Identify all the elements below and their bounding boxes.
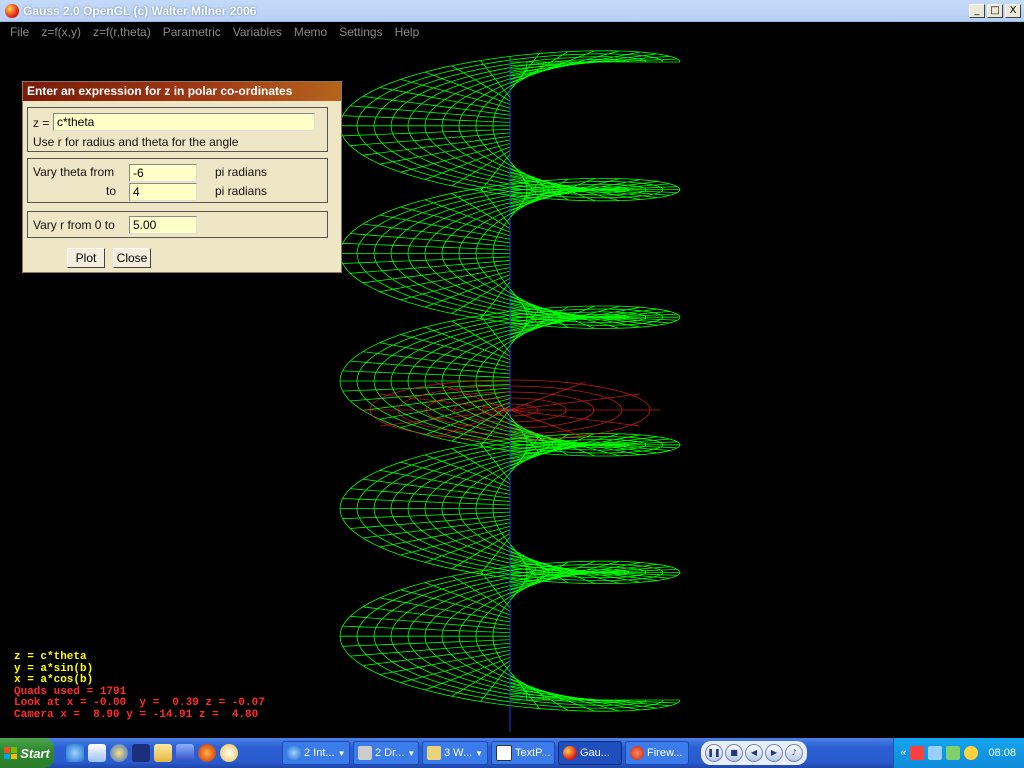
system-tray: « 08:08: [893, 738, 1024, 768]
mesh-line: [451, 448, 511, 485]
window-title: Gauss 2.0 OpenGL (c) Walter Milner 2006: [23, 3, 257, 18]
word-quicklaunch-icon[interactable]: [176, 744, 194, 762]
menu-parametric[interactable]: Parametric: [157, 25, 227, 39]
firefox-quicklaunch-icon[interactable]: [198, 744, 216, 762]
mesh-line: [451, 320, 511, 357]
taskbar: Start 2 Int... ▼ 2 Dr... ▼ 3 W... ▼ TextP..…: [0, 738, 1024, 768]
mesh-line: [451, 277, 511, 314]
task-textpad[interactable]: TextP...: [491, 741, 555, 765]
start-button[interactable]: Start: [0, 738, 54, 768]
info-z-expression: z = c*theta: [14, 651, 87, 663]
drawing-icon: [358, 746, 372, 760]
start-label: Start: [20, 745, 50, 761]
menu-variables[interactable]: Variables: [227, 25, 288, 39]
minimize-button[interactable]: _: [969, 3, 985, 18]
mesh-line: [451, 150, 511, 187]
task-label: TextP...: [515, 747, 551, 759]
task-drawing[interactable]: 2 Dr... ▼: [353, 741, 419, 765]
mesh-line: [451, 193, 511, 229]
volume-icon[interactable]: ♪: [785, 744, 803, 762]
theta-from-unit: pi radians: [215, 165, 268, 179]
theta-from-label: Vary theta from: [33, 165, 115, 179]
task-gauss[interactable]: Gau...: [558, 741, 622, 765]
tools-icon[interactable]: [946, 746, 961, 760]
outlook-quicklaunch-icon[interactable]: [88, 744, 106, 762]
task-label: Gau...: [580, 747, 610, 759]
expression-hint: Use r for radius and theta for the angle: [33, 135, 239, 149]
expression-group: z = c*theta Use r for radius and theta f…: [27, 107, 328, 152]
info-look-at: Look at x = -0.00 y = 0.39 z = -0.07: [14, 697, 265, 709]
theta-to-unit: pi radians: [215, 184, 268, 198]
close-window-button[interactable]: X: [1005, 3, 1021, 18]
previous-icon[interactable]: ◀: [745, 744, 763, 762]
task-label: Firew...: [647, 747, 683, 759]
menu-bar: File z=f(x,y) z=f(r,theta) Parametric Va…: [0, 22, 1024, 42]
mesh-line: [451, 575, 511, 612]
close-button[interactable]: Close: [113, 248, 151, 268]
radius-label: Vary r from 0 to: [33, 218, 115, 232]
stop-icon[interactable]: ■: [725, 744, 743, 762]
mesh-line: [451, 533, 511, 569]
security-icon[interactable]: [964, 746, 979, 760]
polar-grid-spoke: [509, 393, 640, 411]
maximize-button[interactable]: □: [987, 3, 1003, 18]
dialog-title: Enter an expression for z in polar co-or…: [23, 82, 341, 101]
ie-icon: [287, 746, 301, 760]
task-label: 2 Int...: [304, 747, 335, 759]
next-icon[interactable]: ▶: [765, 744, 783, 762]
menu-z-f-rtheta[interactable]: z=f(r,theta): [87, 25, 157, 39]
z-expression-input[interactable]: c*theta: [53, 113, 315, 131]
clock: 08:08: [988, 747, 1016, 759]
clock-quicklaunch-icon[interactable]: [220, 744, 238, 762]
mesh-line: [509, 685, 641, 711]
title-bar: Gauss 2.0 OpenGL (c) Walter Milner 2006 …: [0, 0, 1024, 22]
tray-expand-icon[interactable]: «: [900, 747, 906, 759]
plot-button[interactable]: Plot: [67, 248, 105, 268]
polar-expression-dialog: Enter an expression for z in polar co-or…: [22, 81, 342, 273]
task-word[interactable]: 3 W... ▼: [422, 741, 488, 765]
theta-range-group: Vary theta from -6 pi radians to 4 pi ra…: [27, 158, 328, 203]
menu-z-f-xy[interactable]: z=f(x,y): [35, 25, 87, 39]
task-label: 2 Dr...: [375, 747, 405, 759]
info-camera: Camera x = 8.90 y = -14.91 z = 4.80: [14, 708, 259, 721]
theta-to-input[interactable]: 4: [129, 183, 197, 201]
connection-icon[interactable]: [928, 746, 943, 760]
status-info: z = c*theta y = a*sin(b) x = a*cos(b) Qu…: [14, 651, 265, 721]
radius-group: Vary r from 0 to 5.00: [27, 211, 328, 238]
task-internet[interactable]: 2 Int... ▼: [282, 741, 350, 765]
windows-logo-icon: [4, 747, 18, 759]
fireworks-icon: [630, 746, 644, 760]
media-player-toolbar: ❚❚ ■ ◀ ▶ ♪: [701, 741, 807, 765]
gauss-icon: [563, 746, 577, 760]
polar-grid-spoke: [509, 409, 640, 427]
theta-from-input[interactable]: -6: [129, 164, 197, 182]
app-quicklaunch-icon[interactable]: [132, 744, 150, 762]
info-x-expression: x = a*cos(b): [14, 674, 94, 686]
task-fireworks[interactable]: Firew...: [625, 741, 689, 765]
menu-file[interactable]: File: [4, 25, 35, 39]
menu-settings[interactable]: Settings: [333, 25, 388, 39]
media-player-quicklaunch-icon[interactable]: [110, 744, 128, 762]
pause-icon[interactable]: ❚❚: [705, 744, 723, 762]
mesh-line: [451, 65, 511, 102]
folder-quicklaunch-icon[interactable]: [154, 744, 172, 762]
app-icon: [5, 3, 19, 18]
network-icon[interactable]: [910, 746, 925, 760]
ie-quicklaunch-icon[interactable]: [66, 744, 84, 762]
word-icon: [427, 746, 441, 760]
task-label: 3 W...: [444, 747, 473, 759]
menu-help[interactable]: Help: [389, 25, 426, 39]
theta-to-label: to: [106, 184, 117, 198]
menu-memo[interactable]: Memo: [288, 25, 333, 39]
z-label: z =: [33, 116, 50, 130]
mesh-line: [451, 660, 511, 697]
radius-input[interactable]: 5.00: [129, 216, 197, 234]
textpad-icon: [496, 745, 512, 761]
